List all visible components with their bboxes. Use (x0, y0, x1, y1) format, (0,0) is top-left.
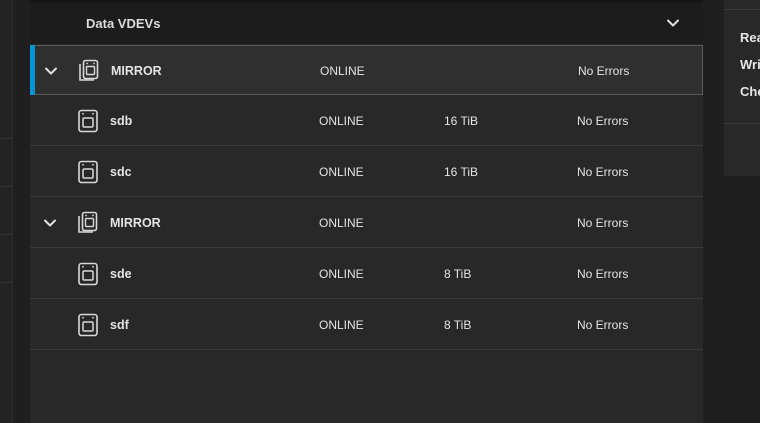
gutter-divider (0, 282, 12, 283)
side-card: Rea Wri Che (724, 0, 760, 176)
disk-icon (77, 160, 99, 184)
side-card-divider (724, 123, 760, 124)
vdev-errors: No Errors (577, 114, 629, 128)
vdev-name: sdc (110, 165, 132, 179)
disk-icon (77, 313, 99, 337)
side-card-label: Rea (740, 30, 760, 45)
vdev-name: MIRROR (111, 64, 162, 78)
disk-icon (77, 109, 99, 133)
vdev-size: 8 TiB (444, 267, 472, 281)
selection-indicator (30, 45, 35, 95)
vdev-status: ONLINE (319, 165, 364, 179)
chevron-down-icon[interactable] (665, 15, 681, 31)
vdev-name: sdb (110, 114, 133, 128)
vdev-errors: No Errors (577, 318, 629, 332)
panel-title: Data VDEVs (86, 16, 161, 31)
vdev-errors: No Errors (577, 165, 629, 179)
vdev-row-disk[interactable]: sdb ONLINE 16 TiB No Errors (30, 96, 703, 146)
side-card-divider (724, 9, 760, 10)
data-vdevs-panel: Data VDEVs MIRROR ONLINE No Errors sdb ONLIN… (30, 0, 703, 423)
vdev-status: ONLINE (320, 64, 365, 78)
gutter-divider (0, 138, 12, 139)
vdev-status: ONLINE (319, 114, 364, 128)
side-card-label: Wri (740, 57, 760, 72)
vdev-row-disk[interactable]: sdf ONLINE 8 TiB No Errors (30, 300, 703, 350)
vdev-status: ONLINE (319, 267, 364, 281)
vdev-row-disk[interactable]: sde ONLINE 8 TiB No Errors (30, 249, 703, 299)
vdev-size: 16 TiB (444, 165, 479, 179)
vdev-status: ONLINE (319, 318, 364, 332)
vdev-row-mirror[interactable]: MIRROR ONLINE No Errors (30, 198, 703, 248)
disk-icon (77, 262, 99, 286)
chevron-down-icon[interactable] (43, 63, 59, 79)
vdev-size: 16 TiB (444, 114, 479, 128)
mirror-vdev-icon (76, 211, 98, 235)
vdev-size: 8 TiB (444, 318, 472, 332)
vdev-errors: No Errors (578, 64, 630, 78)
vdev-row-mirror[interactable]: MIRROR ONLINE No Errors (30, 45, 703, 95)
gutter-divider (0, 234, 12, 235)
chevron-down-icon[interactable] (42, 215, 58, 231)
side-card-label: Che (740, 84, 760, 99)
vdev-name: MIRROR (110, 216, 161, 230)
vdev-name: sdf (110, 318, 129, 332)
gutter-divider (0, 186, 12, 187)
left-gutter (0, 0, 13, 423)
vdev-status: ONLINE (319, 216, 364, 230)
vdev-name: sde (110, 267, 132, 281)
vdev-errors: No Errors (577, 216, 629, 230)
panel-header[interactable]: Data VDEVs (30, 0, 703, 44)
vdev-row-disk[interactable]: sdc ONLINE 16 TiB No Errors (30, 147, 703, 197)
vdev-errors: No Errors (577, 267, 629, 281)
mirror-vdev-icon (77, 59, 99, 83)
